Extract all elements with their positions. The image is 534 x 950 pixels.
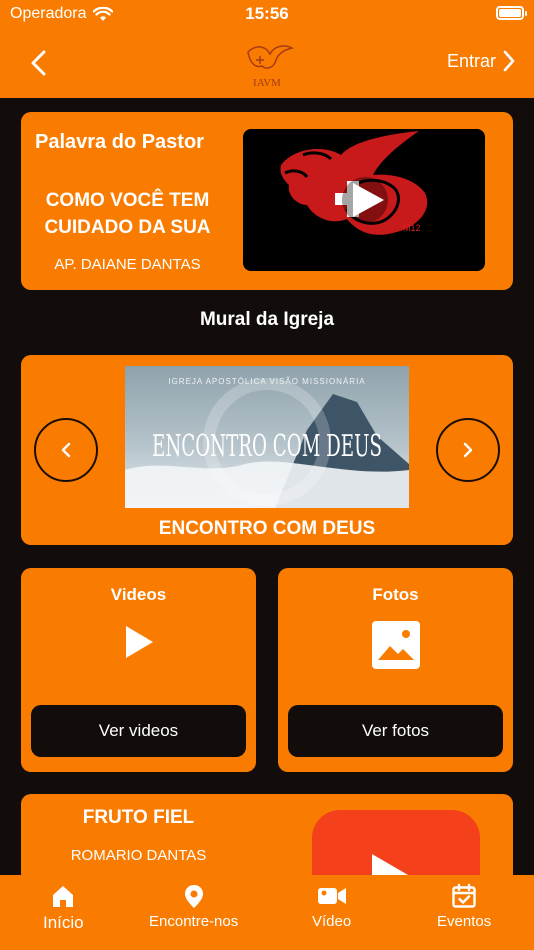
church-logo: IAVM <box>247 45 295 89</box>
mural-carousel: IGREJA APOSTÓLICA VISÃO MISSIONÁRIA ENCO… <box>21 355 513 545</box>
play-icon <box>125 626 153 658</box>
carousel-prev-button[interactable] <box>34 418 98 482</box>
videos-card-title: Videos <box>110 585 167 604</box>
photos-card: Fotos Ver fotos <box>278 568 513 772</box>
sermon-title-line-2: CUIDADO DA SUA <box>44 217 211 238</box>
home-icon <box>53 886 74 907</box>
photos-card-title: Fotos <box>372 585 419 604</box>
clock: 15:56 <box>245 4 289 23</box>
chevron-left-icon <box>61 442 71 458</box>
tab-label: Vídeo <box>312 913 352 930</box>
back-chevron-icon[interactable] <box>28 50 52 76</box>
tab-label: Início <box>43 913 84 932</box>
calendar-icon <box>452 883 476 908</box>
location-pin-icon <box>184 885 203 908</box>
pastor-card-title: Palavra do Pastor <box>35 131 204 153</box>
fruto-fiel-author: ROMARIO DANTAS <box>70 847 207 864</box>
pastor-video-thumbnail[interactable]: M12 <box>243 129 485 271</box>
see-photos-button[interactable]: Ver fotos <box>288 705 503 757</box>
tab-encontre-nos[interactable]: Encontre-nos <box>149 883 238 930</box>
tab-video[interactable]: Vídeo <box>312 883 351 930</box>
login-label: Entrar <box>446 50 496 71</box>
sermon-title-line-1: COMO VOCÊ TEM <box>45 190 210 211</box>
navigation-bar: Operadora 15:56 IAVM Entrar <box>0 0 534 98</box>
battery-icon <box>496 6 527 20</box>
fruto-fiel-title: FRUTO FIEL <box>82 807 195 828</box>
videos-card: Videos Ver videos <box>21 568 256 772</box>
tab-inicio[interactable]: Início <box>43 883 84 933</box>
status-bar: Operadora 15:56 <box>0 0 534 30</box>
logo-text: IAVM <box>253 77 281 89</box>
m12-mark: M12 <box>403 223 421 233</box>
mural-banner-image[interactable]: IGREJA APOSTÓLICA VISÃO MISSIONÁRIA ENCO… <box>125 366 409 508</box>
banner-church-name: IGREJA APOSTÓLICA VISÃO MISSIONÁRIA <box>168 377 365 386</box>
carousel-next-button[interactable] <box>436 418 500 482</box>
image-icon <box>371 621 420 669</box>
login-button[interactable]: Entrar <box>447 50 516 72</box>
chevron-right-icon <box>503 50 515 72</box>
tab-eventos[interactable]: Eventos <box>437 883 491 930</box>
video-camera-icon <box>317 888 346 904</box>
m12-logo-artwork: M12 <box>280 131 428 235</box>
banner-title: ENCONTRO COM DEUS <box>152 429 382 464</box>
tab-bar: Início Encontre-nos Vídeo Eventos <box>0 875 534 950</box>
mural-section-title: Mural da Igreja <box>199 309 335 330</box>
pastor-card[interactable]: Palavra do Pastor COMO VOCÊ TEM CUIDADO … <box>21 112 513 290</box>
pastor-sermon-title: COMO VOCÊ TEM CUIDADO DA SUA <box>21 187 234 241</box>
mural-caption: ENCONTRO COM DEUS <box>158 518 376 539</box>
chevron-right-icon <box>463 442 473 458</box>
tab-label: Encontre-nos <box>149 913 239 930</box>
tab-label: Eventos <box>437 913 492 930</box>
pastor-name: AP. DAIANE DANTAS <box>54 256 201 273</box>
see-videos-button[interactable]: Ver videos <box>31 705 246 757</box>
